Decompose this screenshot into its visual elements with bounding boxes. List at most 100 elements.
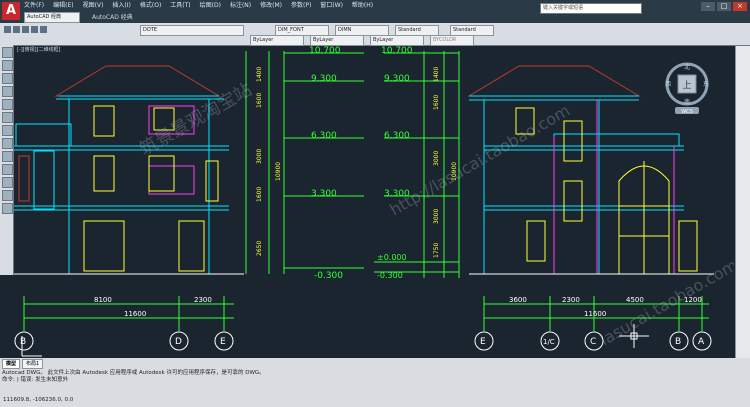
window-controls: – □ × <box>701 2 747 11</box>
menu-view[interactable]: 视图(V) <box>83 1 104 11</box>
undo-icon[interactable] <box>40 26 47 33</box>
left-level-9300[interactable]: 9.300 <box>311 74 337 84</box>
right-height-1750: 1750 <box>433 243 440 258</box>
left-axis-b[interactable]: B <box>20 337 26 347</box>
viewcube-south[interactable]: 南 <box>684 98 690 106</box>
color-dropdown[interactable]: ByLayer <box>250 35 304 46</box>
coordinate-readout: 111609.8, -106236.0, 0.0 <box>3 397 74 403</box>
command-line-2[interactable]: 命令: ) 错误: 发生未知意外 <box>2 377 602 384</box>
menu-help[interactable]: 帮助(H) <box>352 1 373 11</box>
left-roof <box>54 65 221 97</box>
menu-dimension[interactable]: 标注(N) <box>230 1 251 11</box>
autocad-logo-icon[interactable]: A <box>2 2 20 20</box>
viewcube-east[interactable]: 东 <box>703 80 709 88</box>
right-roof <box>467 65 641 97</box>
viewcube-top[interactable]: 上 <box>682 80 691 91</box>
right-dim-2300[interactable]: 2300 <box>562 296 580 304</box>
polygon-tool-icon[interactable] <box>2 73 13 84</box>
minimize-icon[interactable]: – <box>701 2 715 11</box>
right-height-dims: 1400 1600 3000 3000 1750 10900 <box>433 67 458 258</box>
print-icon[interactable] <box>31 26 38 33</box>
left-axis-d[interactable]: D <box>175 337 182 347</box>
left-window-3f <box>93 105 115 137</box>
viewcube[interactable]: 上 北 南 东 西 WCS <box>662 60 712 115</box>
left-level-6300[interactable]: 6.300 <box>311 131 337 141</box>
menu-tools[interactable]: 工具(T) <box>170 1 190 11</box>
menu-edit[interactable]: 编辑(E) <box>53 1 73 11</box>
right-level-9300[interactable]: 9.300 <box>384 74 410 84</box>
window-title: AutoCAD 经典 <box>92 14 133 21</box>
left-level-3300[interactable]: 3.300 <box>311 189 337 199</box>
region-tool-icon[interactable] <box>2 177 13 188</box>
left-dim-total[interactable]: 11600 <box>124 310 146 318</box>
title-bar: A 文件(F) 编辑(E) 视图(V) 插入(I) 格式(O) 工具(T) 绘图… <box>0 0 750 23</box>
toolbar-area: DOTE DIM_FONT DIMN Standard Standard ByL… <box>0 23 750 46</box>
menu-draw[interactable]: 绘图(D) <box>200 1 221 11</box>
right-dim-3600[interactable]: 3600 <box>509 296 527 304</box>
draw-toolbar <box>0 45 14 275</box>
close-icon[interactable]: × <box>733 2 747 11</box>
rectangle-tool-icon[interactable] <box>2 86 13 97</box>
linetype-dropdown[interactable]: ByLayer <box>310 35 364 46</box>
polyline-tool-icon[interactable] <box>2 60 13 71</box>
left-level-10700[interactable]: 10.700 <box>309 46 341 56</box>
vertical-scrollbar[interactable] <box>735 46 750 358</box>
left-height-3000a: 3000 <box>256 149 263 164</box>
tab-model[interactable]: 模型 <box>2 359 21 369</box>
right-axis-c[interactable]: C <box>590 337 596 347</box>
menu-modify[interactable]: 修改(M) <box>260 1 282 11</box>
viewcube-west[interactable]: 西 <box>665 81 671 88</box>
block-tool-icon[interactable] <box>2 151 13 162</box>
hatch-tool-icon[interactable] <box>2 164 13 175</box>
right-axis-b[interactable]: B <box>675 337 681 347</box>
viewcube-graphic: 上 北 南 东 西 WCS <box>665 62 709 115</box>
ellipse-tool-icon[interactable] <box>2 138 13 149</box>
lineweight-dropdown[interactable]: ByLayer <box>370 35 424 46</box>
menu-window[interactable]: 窗口(W) <box>320 1 343 11</box>
right-level-0000[interactable]: ±0.000 <box>377 253 407 262</box>
workspace-dropdown[interactable]: AutoCAD 经典 <box>24 12 80 23</box>
left-dim-8100[interactable]: 8100 <box>94 296 112 304</box>
plotstyle-dropdown[interactable]: BYCOLOR <box>430 35 474 46</box>
drawing-canvas[interactable]: [-][俯视][二维线框] 10.700 9.300 6.300 3.300 -… <box>14 46 734 358</box>
left-level-minus0300[interactable]: -0.300 <box>314 271 343 281</box>
right-height-1600: 1600 <box>433 95 440 110</box>
left-axis-e[interactable]: E <box>220 337 226 347</box>
right-axis-1c[interactable]: 1/C <box>543 338 555 346</box>
circle-tool-icon[interactable] <box>2 112 13 123</box>
right-height-3000b: 3000 <box>433 209 440 224</box>
open-icon[interactable] <box>13 26 20 33</box>
cad-drawing: [-][俯视][二维线框] 10.700 9.300 6.300 3.300 -… <box>14 46 734 357</box>
right-level-10700[interactable]: 10.700 <box>381 46 413 56</box>
search-input[interactable]: 键入关键字或短语 <box>540 3 642 14</box>
menu-insert[interactable]: 插入(I) <box>112 1 130 11</box>
new-icon[interactable] <box>4 26 11 33</box>
right-level-minus0300[interactable]: -0.300 <box>377 271 403 280</box>
maximize-icon[interactable]: □ <box>717 2 731 11</box>
viewcube-north[interactable]: 北 <box>684 63 690 71</box>
tab-layout1[interactable]: 布局1 <box>22 359 44 369</box>
right-level-markers <box>374 51 460 278</box>
layer-dropdown[interactable]: DOTE <box>140 25 244 36</box>
arc-tool-icon[interactable] <box>2 99 13 110</box>
viewcube-wcs[interactable]: WCS <box>681 109 693 115</box>
left-bottom-dims <box>14 296 234 351</box>
command-line-1: Autocad DWG。 此文件上次由 Autodesk 应用程序或 Autod… <box>2 370 265 376</box>
menu-file[interactable]: 文件(F) <box>24 1 44 11</box>
right-dim-total[interactable]: 11600 <box>584 310 606 318</box>
text-tool-icon[interactable] <box>2 203 13 214</box>
menu-parametric[interactable]: 参数(P) <box>291 1 311 11</box>
table-tool-icon[interactable] <box>2 190 13 201</box>
right-level-6300[interactable]: 6.300 <box>384 131 410 141</box>
left-height-1600b: 1600 <box>256 187 263 202</box>
viewport-label[interactable]: [-][俯视][二维线框] <box>17 46 61 53</box>
left-elevation <box>14 65 244 275</box>
right-axis-a[interactable]: A <box>698 337 705 347</box>
save-icon[interactable] <box>22 26 29 33</box>
left-dim-2300[interactable]: 2300 <box>194 296 212 304</box>
right-axis-e[interactable]: E <box>480 337 486 347</box>
right-dim-4500[interactable]: 4500 <box>626 296 644 304</box>
spline-tool-icon[interactable] <box>2 125 13 136</box>
menu-format[interactable]: 格式(O) <box>140 1 161 11</box>
line-tool-icon[interactable] <box>2 47 13 58</box>
